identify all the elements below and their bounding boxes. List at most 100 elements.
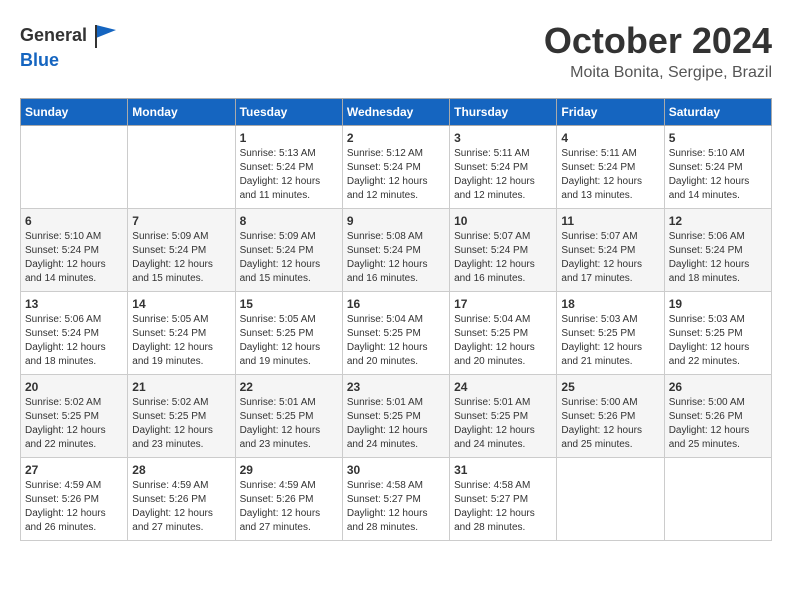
day-number: 8 [240,214,338,228]
calendar-cell: 9 Sunrise: 5:08 AMSunset: 5:24 PMDaylight… [342,209,449,292]
day-info: Sunrise: 5:12 AMSunset: 5:24 PMDaylight:… [347,147,445,203]
day-info: Sunrise: 5:13 AMSunset: 5:24 PMDaylight:… [240,147,338,203]
calendar-cell: 2 Sunrise: 5:12 AMSunset: 5:24 PMDaylight… [342,126,449,209]
calendar-cell: 14 Sunrise: 5:05 AMSunset: 5:24 PMDayligh… [128,292,235,375]
calendar-cell: 11 Sunrise: 5:07 AMSunset: 5:24 PMDayligh… [557,209,664,292]
calendar-week-row: 1 Sunrise: 5:13 AMSunset: 5:24 PMDaylight… [21,126,772,209]
calendar-cell: 27Sunrise: 4:59 AMSunset: 5:26 PMDayligh… [21,458,128,541]
day-info: Sunrise: 5:04 AMSunset: 5:25 PMDaylight:… [347,313,445,369]
day-info: Sunrise: 5:10 AMSunset: 5:24 PMDaylight:… [25,230,123,286]
calendar-week-row: 20 Sunrise: 5:02 AMSunset: 5:25 PMDayligh… [21,375,772,458]
calendar-cell [557,458,664,541]
day-number: 22 [240,380,338,394]
day-info: Sunrise: 4:59 AMSunset: 5:26 PMDaylight:… [132,479,230,535]
logo-general: General [20,25,87,46]
calendar-cell: 5 Sunrise: 5:10 AMSunset: 5:24 PMDaylight… [664,126,771,209]
day-info: Sunrise: 5:10 AMSunset: 5:24 PMDaylight:… [669,147,767,203]
day-info: Sunrise: 5:03 AMSunset: 5:25 PMDaylight:… [669,313,767,369]
day-of-week-monday: Monday [128,99,235,126]
day-number: 29 [240,463,338,477]
calendar-cell: 29 Sunrise: 4:59 AMSunset: 5:26 PMDayligh… [235,458,342,541]
day-of-week-thursday: Thursday [450,99,557,126]
day-number: 1 [240,131,338,145]
day-info: Sunrise: 5:11 AMSunset: 5:24 PMDaylight:… [454,147,552,203]
calendar-cell: 20Sunrise: 5:02 AMSunset: 5:25 PMDayligh… [21,375,128,458]
calendar-cell: 13Sunrise: 5:06 AMSunset: 5:24 PMDayligh… [21,292,128,375]
day-number: 4 [561,131,659,145]
calendar-table: SundayMondayTuesdayWednesdayThursdayFrid… [20,98,772,541]
day-info: Sunrise: 5:00 AMSunset: 5:26 PMDaylight:… [669,396,767,452]
day-number: 15 [240,297,338,311]
day-info: Sunrise: 5:05 AMSunset: 5:25 PMDaylight:… [240,313,338,369]
calendar-cell: 3 Sunrise: 5:11 AMSunset: 5:24 PMDaylight… [450,126,557,209]
day-number: 16 [347,297,445,311]
day-info: Sunrise: 5:09 AMSunset: 5:24 PMDaylight:… [132,230,230,286]
day-of-week-tuesday: Tuesday [235,99,342,126]
day-info: Sunrise: 5:01 AMSunset: 5:25 PMDaylight:… [454,396,552,452]
day-number: 7 [132,214,230,228]
day-number: 26 [669,380,767,394]
day-info: Sunrise: 4:58 AMSunset: 5:27 PMDaylight:… [454,479,552,535]
calendar-week-row: 13Sunrise: 5:06 AMSunset: 5:24 PMDayligh… [21,292,772,375]
day-info: Sunrise: 5:07 AMSunset: 5:24 PMDaylight:… [454,230,552,286]
calendar-cell: 15 Sunrise: 5:05 AMSunset: 5:25 PMDayligh… [235,292,342,375]
day-info: Sunrise: 5:07 AMSunset: 5:24 PMDaylight:… [561,230,659,286]
calendar-cell: 19 Sunrise: 5:03 AMSunset: 5:25 PMDayligh… [664,292,771,375]
day-number: 9 [347,214,445,228]
day-number: 17 [454,297,552,311]
logo: General Blue [20,20,121,71]
calendar-cell: 30 Sunrise: 4:58 AMSunset: 5:27 PMDayligh… [342,458,449,541]
calendar-header-row: SundayMondayTuesdayWednesdayThursdayFrid… [21,99,772,126]
day-number: 23 [347,380,445,394]
logo-flag-icon [91,20,121,50]
day-info: Sunrise: 5:04 AMSunset: 5:25 PMDaylight:… [454,313,552,369]
day-number: 10 [454,214,552,228]
calendar-cell: 17 Sunrise: 5:04 AMSunset: 5:25 PMDayligh… [450,292,557,375]
day-info: Sunrise: 5:01 AMSunset: 5:25 PMDaylight:… [347,396,445,452]
title-block: October 2024 Moita Bonita, Sergipe, Braz… [544,20,772,82]
calendar-cell: 12Sunrise: 5:06 AMSunset: 5:24 PMDayligh… [664,209,771,292]
day-info: Sunrise: 5:02 AMSunset: 5:25 PMDaylight:… [132,396,230,452]
calendar-cell [21,126,128,209]
calendar-cell: 24 Sunrise: 5:01 AMSunset: 5:25 PMDayligh… [450,375,557,458]
day-number: 14 [132,297,230,311]
calendar-cell: 6 Sunrise: 5:10 AMSunset: 5:24 PMDaylight… [21,209,128,292]
day-number: 30 [347,463,445,477]
day-info: Sunrise: 5:11 AMSunset: 5:24 PMDaylight:… [561,147,659,203]
calendar-cell [664,458,771,541]
day-number: 2 [347,131,445,145]
calendar-cell [128,126,235,209]
day-number: 19 [669,297,767,311]
day-number: 24 [454,380,552,394]
calendar-cell: 31Sunrise: 4:58 AMSunset: 5:27 PMDayligh… [450,458,557,541]
calendar-cell: 26 Sunrise: 5:00 AMSunset: 5:26 PMDayligh… [664,375,771,458]
day-number: 25 [561,380,659,394]
calendar-cell: 7 Sunrise: 5:09 AMSunset: 5:24 PMDaylight… [128,209,235,292]
day-info: Sunrise: 5:06 AMSunset: 5:24 PMDaylight:… [669,230,767,286]
day-info: Sunrise: 4:58 AMSunset: 5:27 PMDaylight:… [347,479,445,535]
day-info: Sunrise: 5:03 AMSunset: 5:25 PMDaylight:… [561,313,659,369]
calendar-cell: 1 Sunrise: 5:13 AMSunset: 5:24 PMDaylight… [235,126,342,209]
calendar-cell: 18 Sunrise: 5:03 AMSunset: 5:25 PMDayligh… [557,292,664,375]
day-number: 11 [561,214,659,228]
day-info: Sunrise: 5:08 AMSunset: 5:24 PMDaylight:… [347,230,445,286]
day-info: Sunrise: 4:59 AMSunset: 5:26 PMDaylight:… [240,479,338,535]
calendar-cell: 16 Sunrise: 5:04 AMSunset: 5:25 PMDayligh… [342,292,449,375]
day-number: 5 [669,131,767,145]
day-info: Sunrise: 5:06 AMSunset: 5:24 PMDaylight:… [25,313,123,369]
month-title: October 2024 [544,20,772,62]
day-of-week-wednesday: Wednesday [342,99,449,126]
calendar-cell: 25Sunrise: 5:00 AMSunset: 5:26 PMDayligh… [557,375,664,458]
calendar-cell: 21Sunrise: 5:02 AMSunset: 5:25 PMDayligh… [128,375,235,458]
day-of-week-friday: Friday [557,99,664,126]
day-number: 6 [25,214,123,228]
calendar-cell: 10 Sunrise: 5:07 AMSunset: 5:24 PMDayligh… [450,209,557,292]
day-info: Sunrise: 4:59 AMSunset: 5:26 PMDaylight:… [25,479,123,535]
day-number: 20 [25,380,123,394]
day-number: 3 [454,131,552,145]
day-number: 18 [561,297,659,311]
day-of-week-sunday: Sunday [21,99,128,126]
day-number: 28 [132,463,230,477]
day-info: Sunrise: 5:09 AMSunset: 5:24 PMDaylight:… [240,230,338,286]
day-info: Sunrise: 5:05 AMSunset: 5:24 PMDaylight:… [132,313,230,369]
